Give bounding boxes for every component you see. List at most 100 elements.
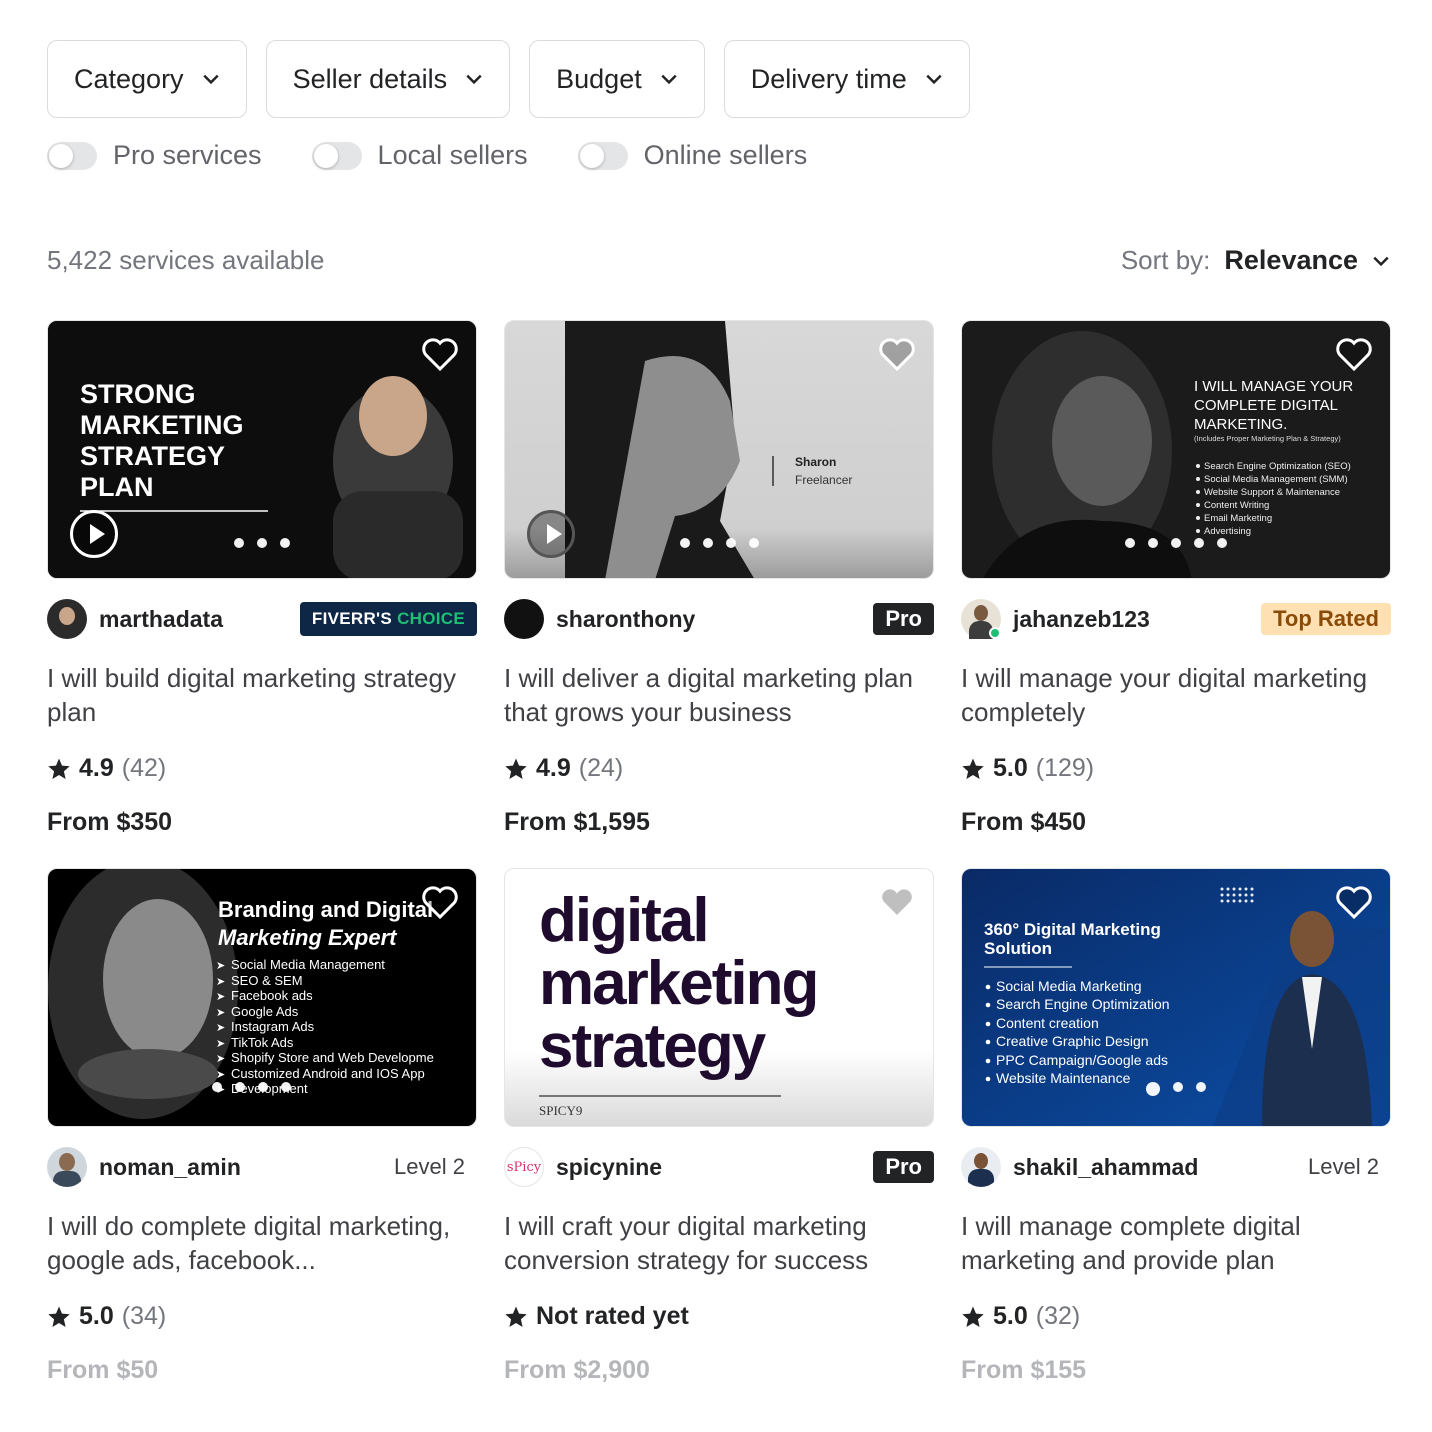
gig-thumbnail[interactable]: I WILL MANAGE YOUR COMPLETE DIGITAL MARK…	[961, 320, 1391, 579]
filter-delivery-time-button[interactable]: Delivery time	[723, 40, 970, 118]
svg-text:➤: ➤	[216, 1068, 225, 1081]
svg-text:➤: ➤	[216, 1006, 225, 1019]
carousel-dots[interactable]	[962, 538, 1390, 548]
avatar[interactable]	[47, 599, 87, 639]
seller-name[interactable]: spicynine	[556, 1154, 873, 1181]
gig-thumbnail[interactable]: Sharon Freelancer	[504, 320, 934, 579]
gig-card[interactable]: 360° Digital Marketing Solution Social M…	[961, 868, 1391, 1416]
local-sellers-toggle[interactable]: Local sellers	[311, 140, 528, 171]
seller-row: marthadata FIVERR'S CHOICE	[47, 599, 477, 639]
seller-name[interactable]: sharonthony	[556, 606, 873, 633]
thumb-line: Branding and Digital	[218, 897, 433, 922]
play-video-button[interactable]	[70, 510, 118, 558]
online-sellers-toggle[interactable]: Online sellers	[577, 140, 807, 171]
gig-title[interactable]: I will build digital marketing strategy …	[47, 661, 477, 729]
thumb-line: Solution	[984, 939, 1052, 958]
gig-price: From $450	[961, 808, 1087, 836]
pro-badge: Pro	[873, 603, 934, 635]
thumb-item: Search Engine Optimization (SEO)	[1204, 461, 1351, 472]
rating-count: (32)	[1035, 1302, 1081, 1330]
sort-dropdown[interactable]: Sort by: Relevance	[1121, 245, 1390, 276]
heart-icon[interactable]	[1334, 883, 1374, 921]
carousel-dots[interactable]	[48, 538, 476, 548]
carousel-dots[interactable]	[505, 538, 933, 548]
gig-card[interactable]: STRONG MARKETING STRATEGY PLAN marthadat…	[47, 320, 477, 868]
heart-icon[interactable]	[420, 883, 460, 921]
svg-text:➤: ➤	[216, 1037, 225, 1050]
thumb-line: strategy	[539, 1012, 767, 1081]
gig-title[interactable]: I will manage your digital marketing com…	[961, 661, 1391, 729]
gig-rating: 4.9 (42)	[47, 754, 477, 783]
thumb-item: TikTok Ads	[231, 1035, 294, 1050]
heart-icon[interactable]	[877, 335, 917, 373]
gig-thumbnail[interactable]: Branding and Digital Marketing Expert So…	[47, 868, 477, 1127]
results-count: 5,422 services available	[47, 245, 325, 275]
filter-bar: Category Seller details Budget Delivery …	[47, 40, 970, 118]
filter-budget-button[interactable]: Budget	[529, 40, 705, 118]
avatar[interactable]	[504, 599, 544, 639]
avatar[interactable]	[47, 1147, 87, 1187]
thumb-line: digital	[539, 886, 708, 955]
badge-text-accent: CHOICE	[397, 609, 465, 628]
seller-name[interactable]: jahanzeb123	[1013, 606, 1261, 633]
thumb-line: MARKETING	[80, 410, 244, 440]
seller-name[interactable]: noman_amin	[99, 1154, 394, 1181]
level-badge: Level 2	[1308, 1154, 1379, 1179]
play-video-button[interactable]	[527, 510, 575, 558]
seller-row: sharonthony Pro	[504, 599, 934, 639]
seller-name[interactable]: shakil_ahammad	[1013, 1154, 1308, 1181]
gig-card[interactable]: Branding and Digital Marketing Expert So…	[47, 868, 477, 1416]
thumb-line: I WILL MANAGE YOUR	[1194, 378, 1353, 395]
gig-card[interactable]: digital marketing strategy SPICY9 sPicy …	[504, 868, 934, 1416]
thumb-footer: SPICY9	[539, 1103, 582, 1118]
thumb-item: SEO & SEM	[231, 973, 303, 988]
top-rated-badge: Top Rated	[1261, 603, 1391, 635]
chevron-down-icon	[466, 74, 482, 85]
thumb-line: Marketing Expert	[218, 925, 398, 950]
filter-seller-details-button[interactable]: Seller details	[265, 40, 511, 118]
toggle-switch[interactable]	[47, 141, 97, 170]
star-icon	[962, 758, 984, 779]
star-icon	[48, 758, 70, 779]
heart-icon[interactable]	[877, 883, 917, 921]
filter-category-button[interactable]: Category	[47, 40, 247, 118]
toggle-switch[interactable]	[577, 141, 628, 170]
thumb-item: Social Media Management (SMM)	[1204, 474, 1348, 485]
fiverrs-choice-badge: FIVERR'S CHOICE	[299, 602, 477, 636]
gig-thumbnail[interactable]: 360° Digital Marketing Solution Social M…	[961, 868, 1391, 1127]
thumb-item: Google Ads	[231, 1004, 299, 1019]
star-icon	[505, 1306, 527, 1327]
star-icon	[962, 1306, 984, 1327]
seller-row: noman_amin Level 2	[47, 1147, 477, 1187]
thumb-role: Freelancer	[795, 473, 852, 487]
thumb-line: STRONG	[80, 379, 196, 409]
thumb-item: Creative Graphic Design	[996, 1033, 1149, 1049]
gig-rating: Not rated yet	[504, 1302, 934, 1331]
rating-score: 5.0	[993, 754, 1028, 782]
gig-title[interactable]: I will craft your digital marketing conv…	[504, 1209, 934, 1277]
seller-row: sPicy spicynine Pro	[504, 1147, 934, 1187]
avatar[interactable]	[961, 1147, 1001, 1187]
avatar[interactable]	[961, 599, 1001, 639]
pro-services-toggle[interactable]: Pro services	[47, 140, 262, 171]
carousel-dots[interactable]	[962, 1082, 1390, 1096]
heart-icon[interactable]	[420, 335, 460, 373]
gig-card[interactable]: I WILL MANAGE YOUR COMPLETE DIGITAL MARK…	[961, 320, 1391, 868]
gig-title[interactable]: I will manage complete digital marketing…	[961, 1209, 1391, 1277]
heart-icon[interactable]	[1334, 335, 1374, 373]
level-badge: Level 2	[394, 1154, 465, 1179]
gig-thumbnail[interactable]: STRONG MARKETING STRATEGY PLAN	[47, 320, 477, 579]
seller-name[interactable]: marthadata	[99, 606, 300, 633]
rating-score: 4.9	[536, 754, 571, 782]
toggle-switch[interactable]	[311, 141, 362, 170]
svg-text:➤: ➤	[216, 975, 225, 988]
gig-title[interactable]: I will do complete digital marketing, go…	[47, 1209, 477, 1277]
gig-grid: STRONG MARKETING STRATEGY PLAN marthadat…	[47, 320, 1391, 1416]
gig-card[interactable]: Sharon Freelancer sharonthony Pro I will…	[504, 320, 934, 868]
pro-badge: Pro	[873, 1151, 934, 1183]
gig-rating: 5.0 (32)	[961, 1302, 1391, 1331]
carousel-dots[interactable]	[212, 1082, 476, 1092]
gig-title[interactable]: I will deliver a digital marketing plan …	[504, 661, 934, 729]
avatar[interactable]: sPicy	[504, 1147, 544, 1187]
gig-thumbnail[interactable]: digital marketing strategy SPICY9	[504, 868, 934, 1127]
